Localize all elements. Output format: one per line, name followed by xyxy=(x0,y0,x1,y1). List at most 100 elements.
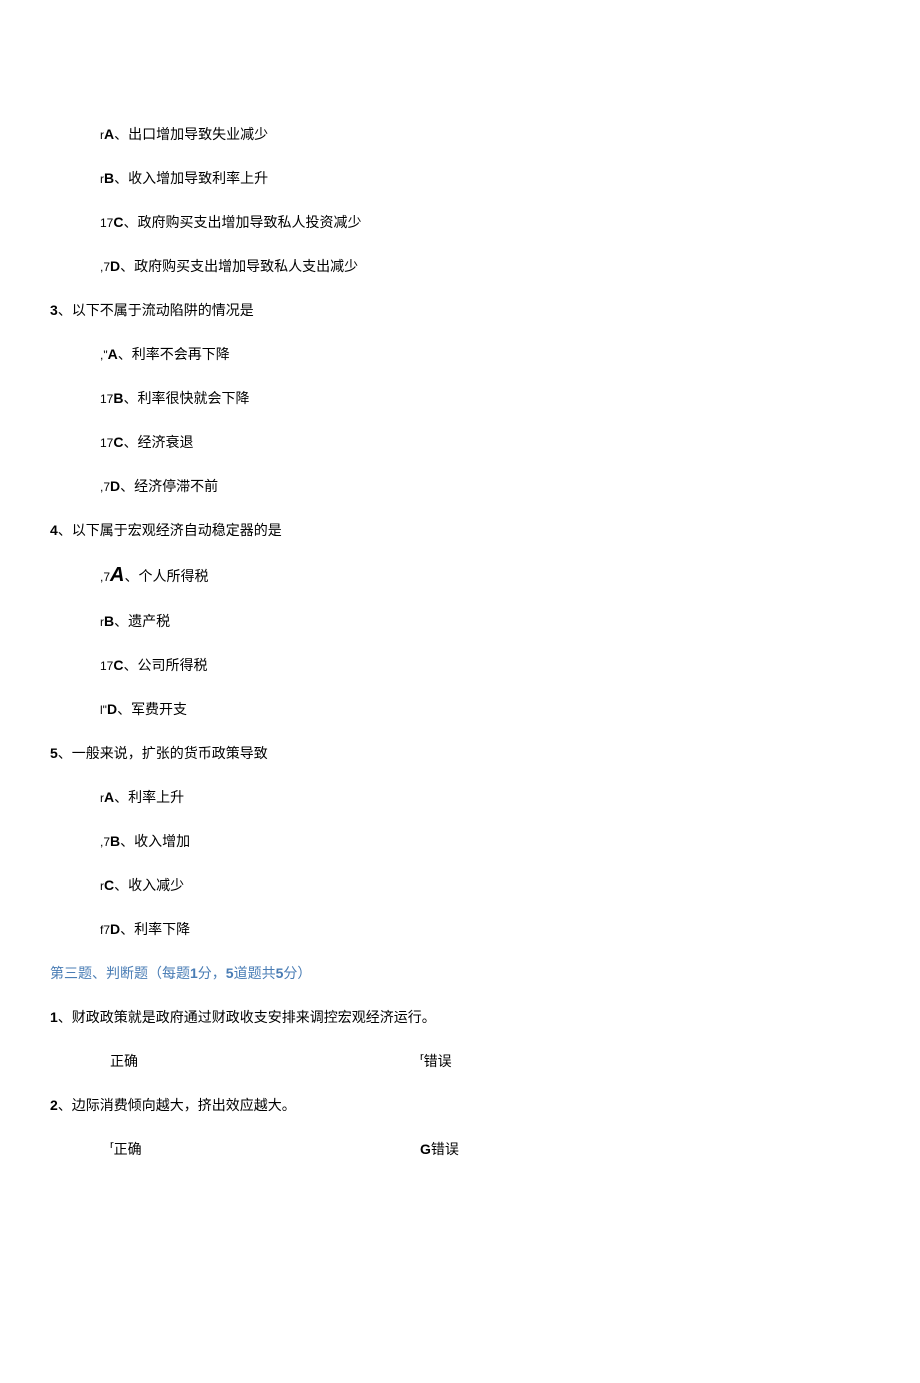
section-text: 道题共 xyxy=(234,965,276,981)
option-row[interactable]: rA、利率上升 xyxy=(100,787,870,807)
option-text: 利率不会再下降 xyxy=(132,346,230,362)
question-number: 3 xyxy=(50,302,58,318)
option-text: 经济停滞不前 xyxy=(134,478,218,494)
tf-true[interactable]: 正确 xyxy=(110,1051,420,1071)
option-label: D xyxy=(110,478,120,494)
option-sep: 、 xyxy=(114,170,128,186)
option-label: A xyxy=(110,564,124,586)
option-label: C xyxy=(113,214,123,230)
option-label: C xyxy=(113,434,123,450)
choice-text: 错误 xyxy=(424,1053,452,1069)
question-text: 以下属于宏观经济自动稳定器的是 xyxy=(72,522,282,538)
tf1-choices: 正确 r错误 xyxy=(110,1051,870,1071)
option-label: A xyxy=(104,789,114,805)
option-row[interactable]: f7D、利率下降 xyxy=(100,919,870,939)
tf-false[interactable]: r错误 xyxy=(420,1051,452,1071)
option-label: B xyxy=(113,390,123,406)
question-text: 边际消费倾向越大，挤出效应越大。 xyxy=(72,1097,296,1113)
section-text: 分） xyxy=(283,965,311,981)
question-text: 以下不属于流动陷阱的情况是 xyxy=(72,302,254,318)
question-sep: 、 xyxy=(58,1097,72,1113)
option-text: 利率很快就会下降 xyxy=(137,390,249,406)
q5-option-list: rA、利率上升 ,7B、收入增加 rC、收入减少 f7D、利率下降 xyxy=(50,787,870,939)
option-row[interactable]: ,"A、利率不会再下降 xyxy=(100,344,870,364)
option-text: 出口增加导致失业减少 xyxy=(128,126,268,142)
option-text: 收入增加 xyxy=(134,833,190,849)
option-sep: 、 xyxy=(123,657,137,673)
option-row[interactable]: rB、收入增加导致利率上升 xyxy=(100,168,870,188)
question-sep: 、 xyxy=(58,1009,72,1025)
option-row[interactable]: 17C、公司所得税 xyxy=(100,655,870,675)
option-text: 政府购买支出增加导致私人支出减少 xyxy=(134,258,358,274)
option-sep: 、 xyxy=(114,877,128,893)
option-marker: 17 xyxy=(100,216,113,230)
option-label: A xyxy=(108,346,118,362)
option-label: A xyxy=(104,126,114,142)
option-row[interactable]: ,7D、政府购买支出增加导致私人支出减少 xyxy=(100,256,870,276)
exam-page: rA、出口增加导致失业减少 rB、收入增加导致利率上升 17C、政府购买支出增加… xyxy=(0,0,920,1383)
question-text: 一般来说，扩张的货币政策导致 xyxy=(72,745,268,761)
option-row[interactable]: rA、出口增加导致失业减少 xyxy=(100,124,870,144)
choice-text: 正确 xyxy=(110,1053,138,1069)
question-sep: 、 xyxy=(58,302,72,318)
option-sep: 、 xyxy=(123,214,137,230)
question-number: 1 xyxy=(50,1009,58,1025)
option-label: C xyxy=(113,657,123,673)
option-marker: ," xyxy=(100,348,108,362)
option-sep: 、 xyxy=(114,789,128,805)
option-marker: ,7 xyxy=(100,260,110,274)
option-sep: 、 xyxy=(114,126,128,142)
option-row[interactable]: 17C、经济衰退 xyxy=(100,432,870,452)
tf-question-1: 1、财政政策就是政府通过财政收支安排来调控宏观经济运行。 xyxy=(50,1007,870,1027)
option-row[interactable]: 17C、政府购买支出增加导致私人投资减少 xyxy=(100,212,870,232)
option-marker: ,7 xyxy=(100,835,110,849)
option-row[interactable]: ,7B、收入增加 xyxy=(100,831,870,851)
option-row[interactable]: ,7D、经济停滞不前 xyxy=(100,476,870,496)
option-text: 利率下降 xyxy=(134,921,190,937)
option-marker: 17 xyxy=(100,659,113,673)
option-label: B xyxy=(104,170,114,186)
option-sep: 、 xyxy=(117,701,131,717)
question-number: 4 xyxy=(50,522,58,538)
choice-text: 正确 xyxy=(114,1141,142,1157)
option-sep: 、 xyxy=(120,478,134,494)
option-label: B xyxy=(104,613,114,629)
option-marker: ,7 xyxy=(100,570,110,584)
section-text: 第三题、判断题（每题 xyxy=(50,965,190,981)
option-label: D xyxy=(107,701,117,717)
q4-option-list: ,7A、个人所得税 rB、遗产税 17C、公司所得税 l"D、军费开支 xyxy=(50,564,870,719)
question-sep: 、 xyxy=(58,522,72,538)
section-bold: 5 xyxy=(226,965,234,981)
question-sep: 、 xyxy=(58,745,72,761)
option-sep: 、 xyxy=(124,568,138,584)
option-row[interactable]: ,7A、个人所得税 xyxy=(100,564,870,587)
option-text: 遗产税 xyxy=(128,613,170,629)
option-text: 政府购买支出增加导致私人投资减少 xyxy=(137,214,361,230)
option-row[interactable]: 17B、利率很快就会下降 xyxy=(100,388,870,408)
option-label: B xyxy=(110,833,120,849)
option-row[interactable]: rC、收入减少 xyxy=(100,875,870,895)
option-marker: 17 xyxy=(100,436,113,450)
choice-marker: G xyxy=(420,1141,431,1157)
section-text: 分， xyxy=(198,965,226,981)
question-number: 5 xyxy=(50,745,58,761)
option-marker: l" xyxy=(100,703,107,717)
option-sep: 、 xyxy=(123,434,137,450)
q2-option-list: rA、出口增加导致失业减少 rB、收入增加导致利率上升 17C、政府购买支出增加… xyxy=(50,124,870,276)
option-row[interactable]: l"D、军费开支 xyxy=(100,699,870,719)
option-sep: 、 xyxy=(123,390,137,406)
section-bold: 1 xyxy=(190,965,198,981)
option-text: 经济衰退 xyxy=(137,434,193,450)
tf-true[interactable]: r正确 xyxy=(110,1139,420,1159)
option-sep: 、 xyxy=(118,346,132,362)
q3-option-list: ,"A、利率不会再下降 17B、利率很快就会下降 17C、经济衰退 ,7D、经济… xyxy=(50,344,870,496)
tf-false[interactable]: G错误 xyxy=(420,1139,459,1159)
option-sep: 、 xyxy=(120,833,134,849)
option-row[interactable]: rB、遗产税 xyxy=(100,611,870,631)
option-label: D xyxy=(110,921,120,937)
option-text: 军费开支 xyxy=(131,701,187,717)
tf2-choices: r正确 G错误 xyxy=(110,1139,870,1159)
question-4: 4、以下属于宏观经济自动稳定器的是 xyxy=(50,520,870,540)
choice-text: 错误 xyxy=(431,1141,459,1157)
option-marker: f7 xyxy=(100,923,110,937)
